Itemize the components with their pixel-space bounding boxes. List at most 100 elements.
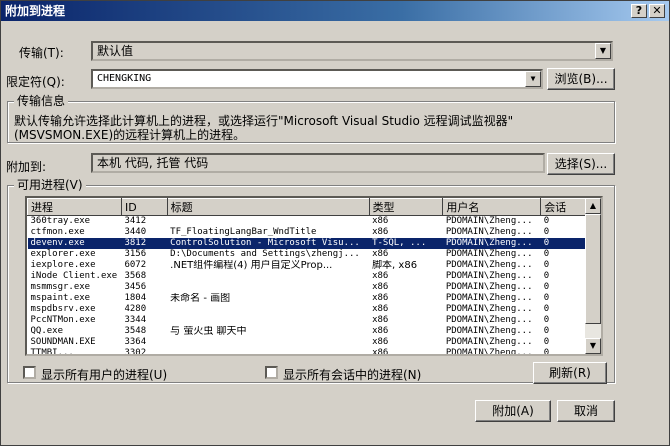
table-cell: SOUNDMAN.EXE (30, 337, 96, 347)
table-cell: 3456 (124, 282, 147, 292)
table-cell: 0 (543, 293, 550, 303)
table-row[interactable]: explorer.exe 3156 D:\Documents and Setting… (28, 249, 587, 260)
chevron-down-icon[interactable]: ▼ (525, 71, 541, 87)
table-cell: 3440 (124, 227, 147, 237)
process-table-header: 进程 ID 标题 类型 用户名 会话 (27, 198, 587, 216)
table-row[interactable]: SOUNDMAN.EXE 3364 x86 PDOMAIN\Zheng... 0 (28, 337, 587, 348)
table-cell: PDOMAIN\Zheng... (445, 282, 533, 292)
table-cell (167, 216, 369, 228)
column-header[interactable]: 进程 (27, 198, 122, 216)
refresh-button[interactable]: 刷新(R) (533, 362, 607, 384)
table-cell: PDOMAIN\Zheng... (445, 348, 533, 356)
scroll-down-icon[interactable]: ▼ (585, 338, 601, 354)
table-cell: TTMBI... (30, 348, 74, 356)
table-cell: .NET组件编程(4) 用户自定义Prop... (170, 260, 333, 271)
table-cell: x86 (372, 227, 389, 237)
table-row[interactable]: PccNTMon.exe 3344 x86 PDOMAIN\Zheng... 0 (28, 315, 587, 326)
show-all-users-label: 显示所有用户的进程(U) (41, 368, 168, 382)
table-cell: mspdbsrv.exe (30, 304, 96, 314)
table-row[interactable]: mspaint.exe 1804 未命名 - 画图 x86 PDOMAIN\Zheng.… (28, 293, 587, 304)
column-header[interactable]: 会话 (540, 198, 587, 216)
table-cell: PDOMAIN\Zheng... (445, 315, 533, 325)
table-cell: D:\Documents and Settings\zhengj... (170, 249, 360, 259)
table-cell (167, 348, 369, 354)
table-cell: 360tray.exe (30, 216, 91, 226)
table-cell: 1804 (124, 293, 147, 303)
table-cell: iexplore.exe (30, 260, 96, 270)
attach-to-label: 附加到: (6, 160, 47, 174)
table-cell: x86 (372, 282, 389, 292)
table-row[interactable]: iNode Client.exe 3568 x86 PDOMAIN\Zheng... 0 (28, 271, 587, 282)
column-header[interactable]: 标题 (166, 198, 370, 216)
table-cell: 0 (543, 271, 550, 281)
transport-dropdown[interactable]: 默认值 ▼ (91, 41, 613, 61)
column-header[interactable]: ID (120, 198, 168, 216)
table-cell: TF_FloatingLangBar_WndTitle (170, 227, 317, 237)
transport-value: 默认值 (97, 44, 134, 58)
table-cell: iNode Client.exe (30, 271, 118, 281)
qualifier-combobox[interactable]: CHENGKING ▼ (91, 69, 543, 89)
table-row[interactable]: QQ.exe 3548 与 萤火虫 聊天中 x86 PDOMAIN\Zheng... 0 (28, 326, 587, 337)
table-row[interactable]: msmmsgr.exe 3456 x86 PDOMAIN\Zheng... 0 (28, 282, 587, 293)
table-cell: PDOMAIN\Zheng... (445, 227, 533, 237)
scroll-thumb[interactable] (585, 214, 601, 324)
table-row[interactable]: iexplore.exe 6072 .NET组件编程(4) 用户自定义Prop...… (28, 260, 587, 271)
table-cell: PDOMAIN\Zheng... (442, 238, 541, 249)
table-cell: x86 (372, 337, 389, 347)
cancel-button[interactable]: 取消 (557, 400, 615, 422)
scroll-up-icon[interactable]: ▲ (585, 198, 601, 214)
attach-button[interactable]: 附加(A) (475, 400, 551, 422)
column-header[interactable]: 类型 (368, 198, 444, 216)
qualifier-label: 限定符(Q): (6, 75, 65, 89)
table-cell: x86 (372, 348, 389, 356)
table-cell: 0 (543, 304, 550, 314)
table-cell: x86 (372, 271, 389, 281)
table-cell: 3412 (124, 216, 147, 226)
table-row[interactable]: 360tray.exe 3412 x86 PDOMAIN\Zheng... 0 (28, 216, 587, 228)
table-cell: 0 (543, 348, 550, 356)
table-row[interactable]: mspdbsrv.exe 4280 x86 PDOMAIN\Zheng... 0 (28, 304, 587, 315)
table-cell (167, 304, 369, 315)
browse-button[interactable]: 浏览(B)... (547, 68, 615, 90)
table-cell: PDOMAIN\Zheng... (445, 326, 533, 336)
table-cell: 0 (543, 326, 550, 336)
table-cell: x86 (372, 326, 389, 336)
table-cell: 0 (543, 282, 550, 292)
process-list-scrollbar[interactable]: ▲ ▼ (585, 198, 601, 354)
transport-info-text: 默认传输允许选择此计算机上的进程，或选择运行"Microsoft Visual … (14, 114, 514, 142)
close-button[interactable]: ✕ (649, 4, 665, 18)
show-all-sessions-checkbox[interactable] (265, 366, 278, 379)
table-cell: PccNTMon.exe (30, 315, 96, 325)
table-cell: PDOMAIN\Zheng... (445, 304, 533, 314)
table-cell: ctfmon.exe (30, 227, 85, 237)
window-title: 附加到进程 (5, 4, 66, 18)
available-processes-title: 可用进程(V) (14, 178, 86, 192)
table-cell: msmmsgr.exe (30, 282, 91, 292)
table-cell: 6072 (124, 260, 147, 270)
show-all-users-checkbox[interactable] (23, 366, 36, 379)
chevron-down-icon[interactable]: ▼ (595, 43, 611, 59)
table-cell: x86 (372, 315, 389, 325)
table-cell (167, 315, 369, 326)
table-row[interactable]: TTMBI... 3302 x86 PDOMAIN\Zheng... 0 (28, 348, 587, 356)
process-list[interactable]: 进程 ID 标题 类型 用户名 会话 360tray.exe 3412 x86 PDOMAIN\… (25, 196, 603, 356)
table-cell: 0 (543, 337, 550, 347)
table-row[interactable]: ctfmon.exe 3440 TF_FloatingLangBar_WndTitl… (28, 227, 587, 238)
table-cell: 3364 (124, 337, 147, 347)
table-row[interactable]: devenv.exe 3812 ControlSolution - Microsof… (27, 238, 587, 249)
table-cell: x86 (372, 249, 389, 259)
column-header[interactable]: 用户名 (442, 198, 542, 216)
table-cell: 4280 (124, 304, 147, 314)
table-cell: 0 (543, 249, 550, 259)
table-cell (167, 282, 369, 293)
transport-info-group: 传输信息 默认传输允许选择此计算机上的进程，或选择运行"Microsoft Vi… (7, 94, 615, 143)
qualifier-value: CHENGKING (97, 73, 152, 84)
table-cell: 3344 (124, 315, 147, 325)
help-button[interactable]: ? (631, 4, 647, 18)
select-code-type-button[interactable]: 选择(S)... (547, 153, 615, 175)
table-cell: x86 (372, 216, 389, 226)
table-cell: T-SQL, ... (369, 238, 443, 249)
table-cell: explorer.exe (30, 249, 96, 259)
show-all-sessions-label: 显示所有会话中的进程(N) (283, 368, 422, 382)
table-cell: PDOMAIN\Zheng... (445, 271, 533, 281)
